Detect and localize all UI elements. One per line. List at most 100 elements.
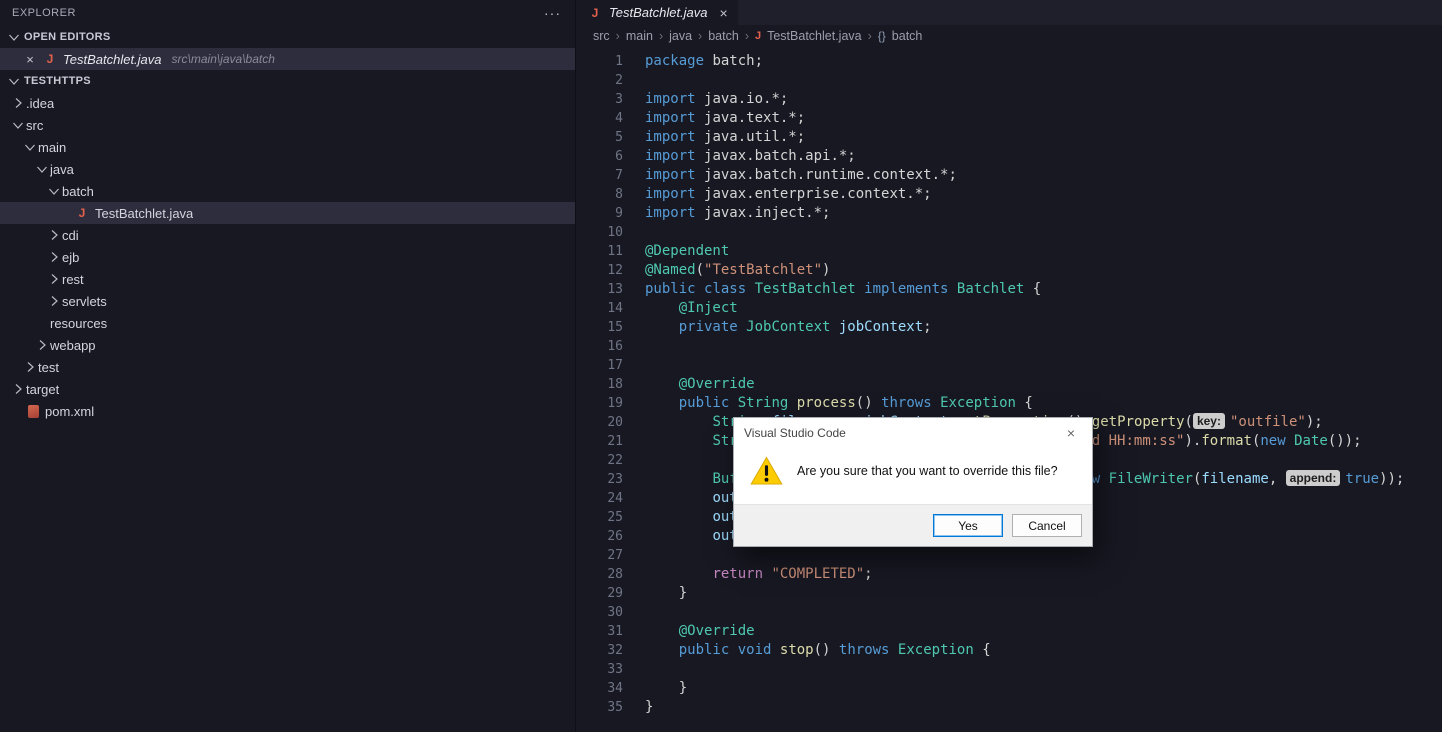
code-line-31[interactable]: 31 @Override [577,622,1442,641]
code-line-19[interactable]: 19 public String process() throws Except… [577,394,1442,413]
dialog-title: Visual Studio Code [744,426,846,440]
code-line-8[interactable]: 8 import javax.enterprise.context.*; [577,185,1442,204]
close-icon[interactable]: × [720,5,728,21]
tab-testbatchlet[interactable]: J TestBatchlet.java × [577,0,738,25]
tree-item-src[interactable]: src [0,114,575,136]
tree-item-ejb[interactable]: ejb [0,246,575,268]
code-line-text: public String process() throws Exception… [678,395,1033,411]
code-line-3[interactable]: 3 import java.io.*; [577,90,1442,109]
code-line-5[interactable]: 5 import java.util.*; [577,128,1442,147]
java-file-icon: J [46,52,54,66]
code-line-2[interactable]: 2 [577,71,1442,90]
chevron-down-icon [6,73,22,89]
tree-item-servlets[interactable]: servlets [0,290,575,312]
breadcrumb-main[interactable]: main [626,29,653,43]
breadcrumb-file[interactable]: TestBatchlet.java [767,29,862,43]
code-line-text: import javax.batch.runtime.context.*; [645,167,957,183]
chevron-right-icon [22,359,38,375]
tree-item-test[interactable]: test [0,356,575,378]
code-line-17[interactable]: 17 [577,356,1442,375]
code-line-13[interactable]: 13 public class TestBatchlet implements B… [577,280,1442,299]
code-line-29[interactable]: 29 } [577,584,1442,603]
tree-item-testbatchlet.java[interactable]: J TestBatchlet.java [0,202,575,224]
project-name-label: TESTHTTPS [24,75,91,87]
tree-item-label: test [38,359,59,375]
code-line-28[interactable]: 28 return "COMPLETED"; [577,565,1442,584]
code-line-18[interactable]: 18 @Override [577,375,1442,394]
open-editors-label: OPEN EDITORS [24,31,111,43]
cancel-button[interactable]: Cancel [1012,514,1082,537]
chevron-down-icon [10,117,26,133]
line-number: 4 [615,111,623,126]
code-line-text: private JobContext jobContext; [678,319,932,335]
code-line-30[interactable]: 30 [577,603,1442,622]
code-line-1[interactable]: 1 package batch; [577,52,1442,71]
code-line-text: } [645,699,654,715]
close-icon[interactable]: × [22,52,38,67]
code-line-7[interactable]: 7 import javax.batch.runtime.context.*; [577,166,1442,185]
tree-item-batch[interactable]: batch [0,180,575,202]
code-line-34[interactable]: 34 } [577,679,1442,698]
tree-item-resources[interactable]: resources [0,312,575,334]
line-number: 28 [607,567,623,582]
tree-item-java[interactable]: java [0,158,575,180]
chevron-separator-icon: › [698,29,703,43]
code-line-27[interactable]: 27 [577,546,1442,565]
code-line-12[interactable]: 12 @Named("TestBatchlet") [577,261,1442,280]
open-editors-header[interactable]: OPEN EDITORS [0,26,575,48]
code-line-14[interactable]: 14 @Inject [577,299,1442,318]
code-area[interactable]: 1 package batch; 2 3 import java.io.*; 4 impor… [577,47,1442,732]
code-line-33[interactable]: 33 [577,660,1442,679]
maven-file-icon [28,404,39,418]
tree-item-webapp[interactable]: webapp [0,334,575,356]
tree-item-rest[interactable]: rest [0,268,575,290]
code-line-32[interactable]: 32 public void stop() throws Exception { [577,641,1442,660]
tree-item-.idea[interactable]: .idea [0,92,575,114]
code-line-15[interactable]: 15 private JobContext jobContext; [577,318,1442,337]
code-line-9[interactable]: 9 import javax.inject.*; [577,204,1442,223]
code-line-4[interactable]: 4 import java.text.*; [577,109,1442,128]
tree-item-label: target [26,381,60,397]
chevron-down-icon [22,139,38,155]
more-actions-icon[interactable]: ··· [544,5,561,21]
open-editor-item[interactable]: × J TestBatchlet.java src\main\java\batc… [0,48,575,70]
line-number: 14 [607,301,623,316]
code-line-text: import javax.batch.api.*; [645,148,856,164]
yes-button[interactable]: Yes [933,514,1003,537]
breadcrumb-symbol[interactable]: batch [892,29,923,43]
tree-item-main[interactable]: main [0,136,575,158]
tree-item-target[interactable]: target [0,378,575,400]
line-number: 7 [615,168,623,183]
line-number: 23 [607,472,623,487]
tree-item-label: .idea [26,95,55,111]
breadcrumb-batch[interactable]: batch [708,29,739,43]
tree-item-pom.xml[interactable]: pom.xml [0,400,575,422]
tree-item-cdi[interactable]: cdi [0,224,575,246]
close-icon[interactable]: × [1050,418,1092,448]
chevron-separator-icon: › [744,29,749,43]
code-line-6[interactable]: 6 import javax.batch.api.*; [577,147,1442,166]
breadcrumb: src › main › java › batch › J TestBatchl… [577,25,1442,47]
line-number: 2 [615,73,623,88]
code-line-11[interactable]: 11 @Dependent [577,242,1442,261]
line-number: 9 [615,206,623,221]
inlay-hint: key: [1192,413,1225,429]
line-number: 27 [607,548,623,563]
code-line-text: @Override [678,376,755,392]
breadcrumb-java[interactable]: java [669,29,692,43]
code-line-text: import java.io.*; [645,91,789,107]
code-line-35[interactable]: 35} [577,698,1442,717]
code-line-text: @Named("TestBatchlet") [645,262,831,278]
code-line-text: return "COMPLETED"; [712,566,873,582]
tree-item-label: java [50,161,74,177]
code-line-text: import javax.enterprise.context.*; [645,186,932,202]
code-line-10[interactable]: 10 [577,223,1442,242]
breadcrumb-src[interactable]: src [593,29,610,43]
tree-item-label: webapp [50,337,96,353]
project-section-header[interactable]: TESTHTTPS [0,70,575,92]
code-line-16[interactable]: 16 [577,337,1442,356]
chevron-separator-icon: › [867,29,872,43]
